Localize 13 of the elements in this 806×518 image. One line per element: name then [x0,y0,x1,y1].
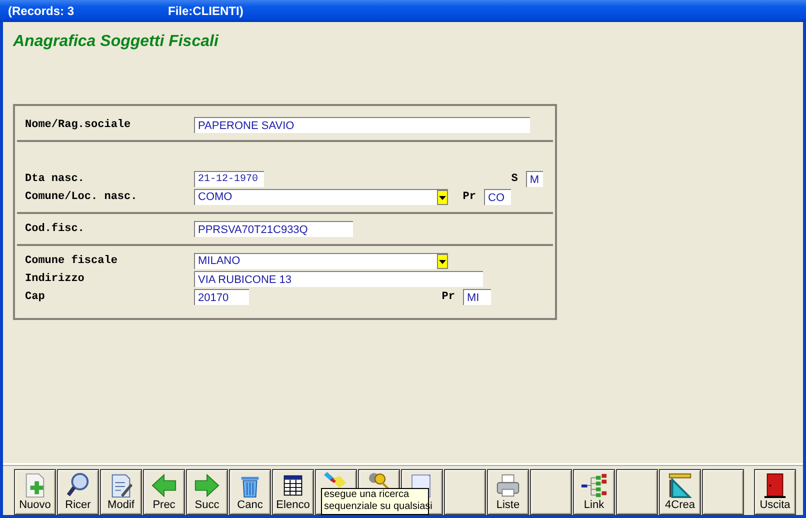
field-label: Cod.fisc. [25,223,86,235]
field-label: Cap [25,291,46,303]
field-label: Indirizzo [25,273,86,285]
field-label: Nome/Rag.sociale [25,119,132,131]
form-heading: Anagrafica Soggetti Fiscali [13,33,220,51]
field-label: Pr [462,191,476,203]
records-count: (Records: 3 [8,4,76,18]
field-label: Pr [440,291,455,303]
field-label: S [510,173,518,185]
field-label: Comune/Loc. nasc. [25,191,138,203]
field-label: Dta nasc. [25,173,86,185]
file-name: File:CLIENTI) [168,4,244,18]
field-label: Comune fiscale [25,255,118,267]
